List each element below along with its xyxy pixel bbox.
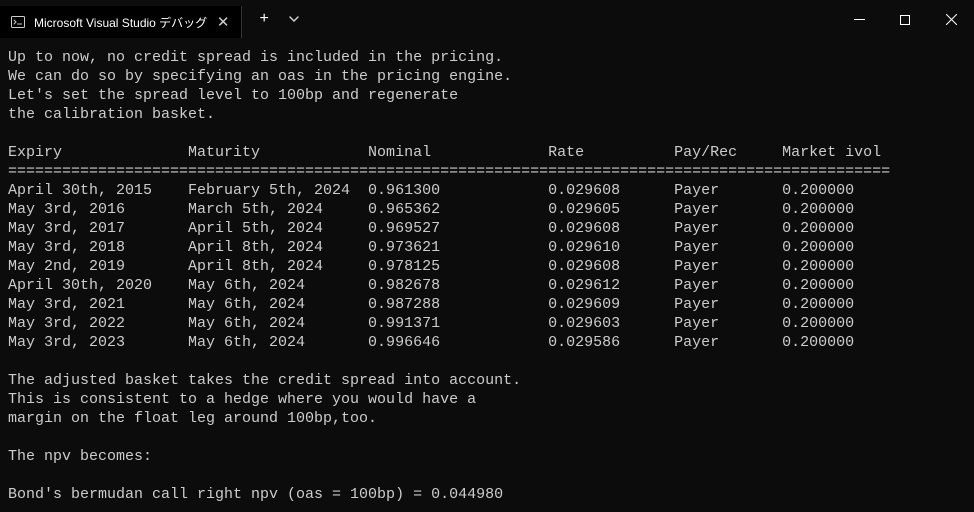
- window-controls: [836, 5, 974, 37]
- terminal-icon: [10, 14, 26, 30]
- close-button[interactable]: [928, 5, 974, 35]
- terminal-output[interactable]: Up to now, no credit spread is included …: [0, 38, 974, 512]
- maximize-button[interactable]: [882, 5, 928, 35]
- title-bar: Microsoft Visual Studio デバッグ ✕ +: [0, 0, 974, 38]
- tabs-area: Microsoft Visual Studio デバッグ ✕ +: [0, 0, 308, 38]
- minimize-button[interactable]: [836, 5, 882, 35]
- tab-active[interactable]: Microsoft Visual Studio デバッグ ✕: [0, 6, 242, 38]
- tab-dropdown-button[interactable]: [280, 3, 308, 35]
- tab-title: Microsoft Visual Studio デバッグ: [34, 14, 207, 31]
- tab-close-button[interactable]: ✕: [215, 14, 231, 30]
- new-tab-button[interactable]: +: [248, 3, 280, 35]
